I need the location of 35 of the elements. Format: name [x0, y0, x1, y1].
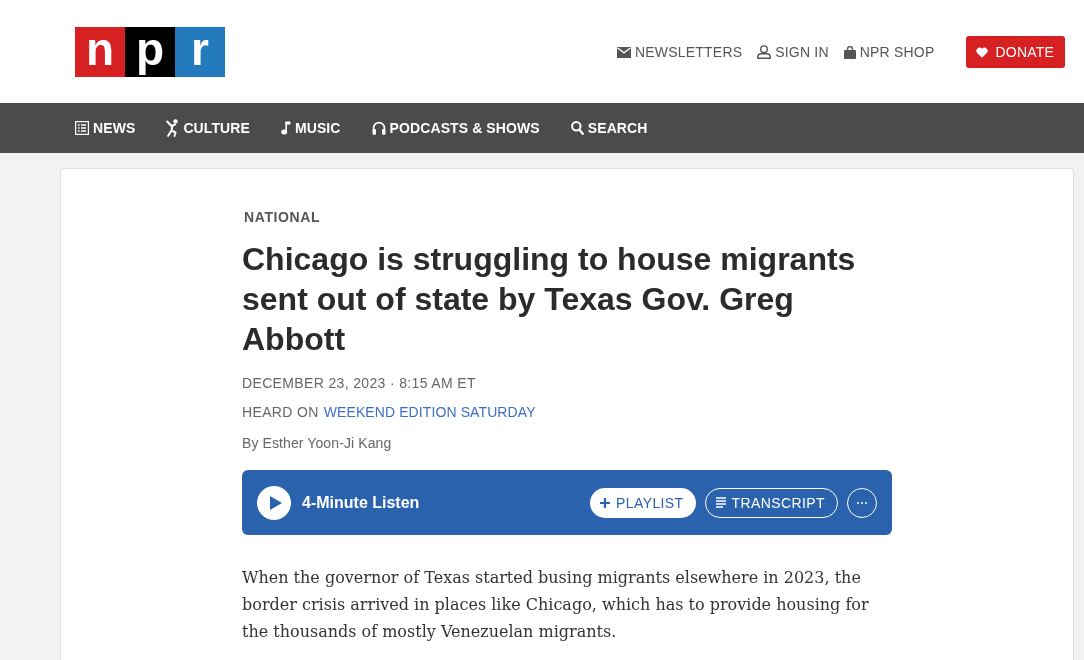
news-nav-link[interactable]: NEWS	[75, 120, 136, 136]
program-link[interactable]: WEEKEND EDITION SATURDAY	[323, 403, 536, 421]
playlist-button[interactable]: PLAYLIST	[590, 487, 696, 518]
newsletters-link[interactable]: NEWSLETTERS	[617, 44, 743, 60]
dancer-icon	[166, 119, 180, 137]
section-label[interactable]: NATIONAL	[244, 208, 321, 226]
culture-nav-link[interactable]: CULTURE	[166, 119, 250, 137]
dateline: DECEMBER 23, 2023 · 8:15 AM ET	[242, 375, 476, 391]
heart-icon	[975, 46, 988, 58]
podcasts-nav-link[interactable]: PODCASTS & SHOWS	[371, 120, 540, 136]
person-icon	[757, 45, 772, 59]
sign-in-link[interactable]: SIGN IN	[757, 44, 829, 60]
body-paragraph: When the governor of Texas started busing migrants elsewhere in 2023, the border crisis arrived in places like Chicago, which has to provide housing for the thousands of mostly Venezuelan migrants.	[242, 567, 870, 643]
heard-on-label: HEARD ON	[242, 403, 319, 421]
headphones-icon	[371, 121, 386, 135]
search-icon	[570, 121, 584, 135]
shop-link[interactable]: NPR SHOP	[843, 44, 935, 60]
logo-letter[interactable]: r	[175, 27, 225, 77]
donate-button[interactable]: DONATE	[965, 36, 1065, 68]
headline: Chicago is struggling to house migrants sent out of state by Texas Gov. Greg Abbott	[242, 240, 857, 359]
text-lines-icon	[715, 497, 726, 508]
byline: By Esther Yoon-Ji Kang	[242, 435, 392, 451]
search-nav-link[interactable]: SEARCH	[570, 120, 648, 136]
shopping-bag-icon	[843, 45, 856, 59]
music-nav-link[interactable]: MUSIC	[280, 120, 341, 136]
logo-letter[interactable]: p	[125, 27, 175, 77]
news-list-icon	[75, 121, 89, 135]
play-icon	[269, 495, 282, 510]
logo-letter[interactable]: n	[75, 27, 125, 77]
plus-icon	[600, 497, 610, 508]
listen-duration: 4-Minute Listen	[302, 493, 421, 512]
play-button[interactable]	[257, 485, 291, 520]
ellipsis-icon	[857, 501, 867, 504]
music-note-icon	[280, 121, 291, 135]
envelope-icon	[617, 46, 631, 58]
